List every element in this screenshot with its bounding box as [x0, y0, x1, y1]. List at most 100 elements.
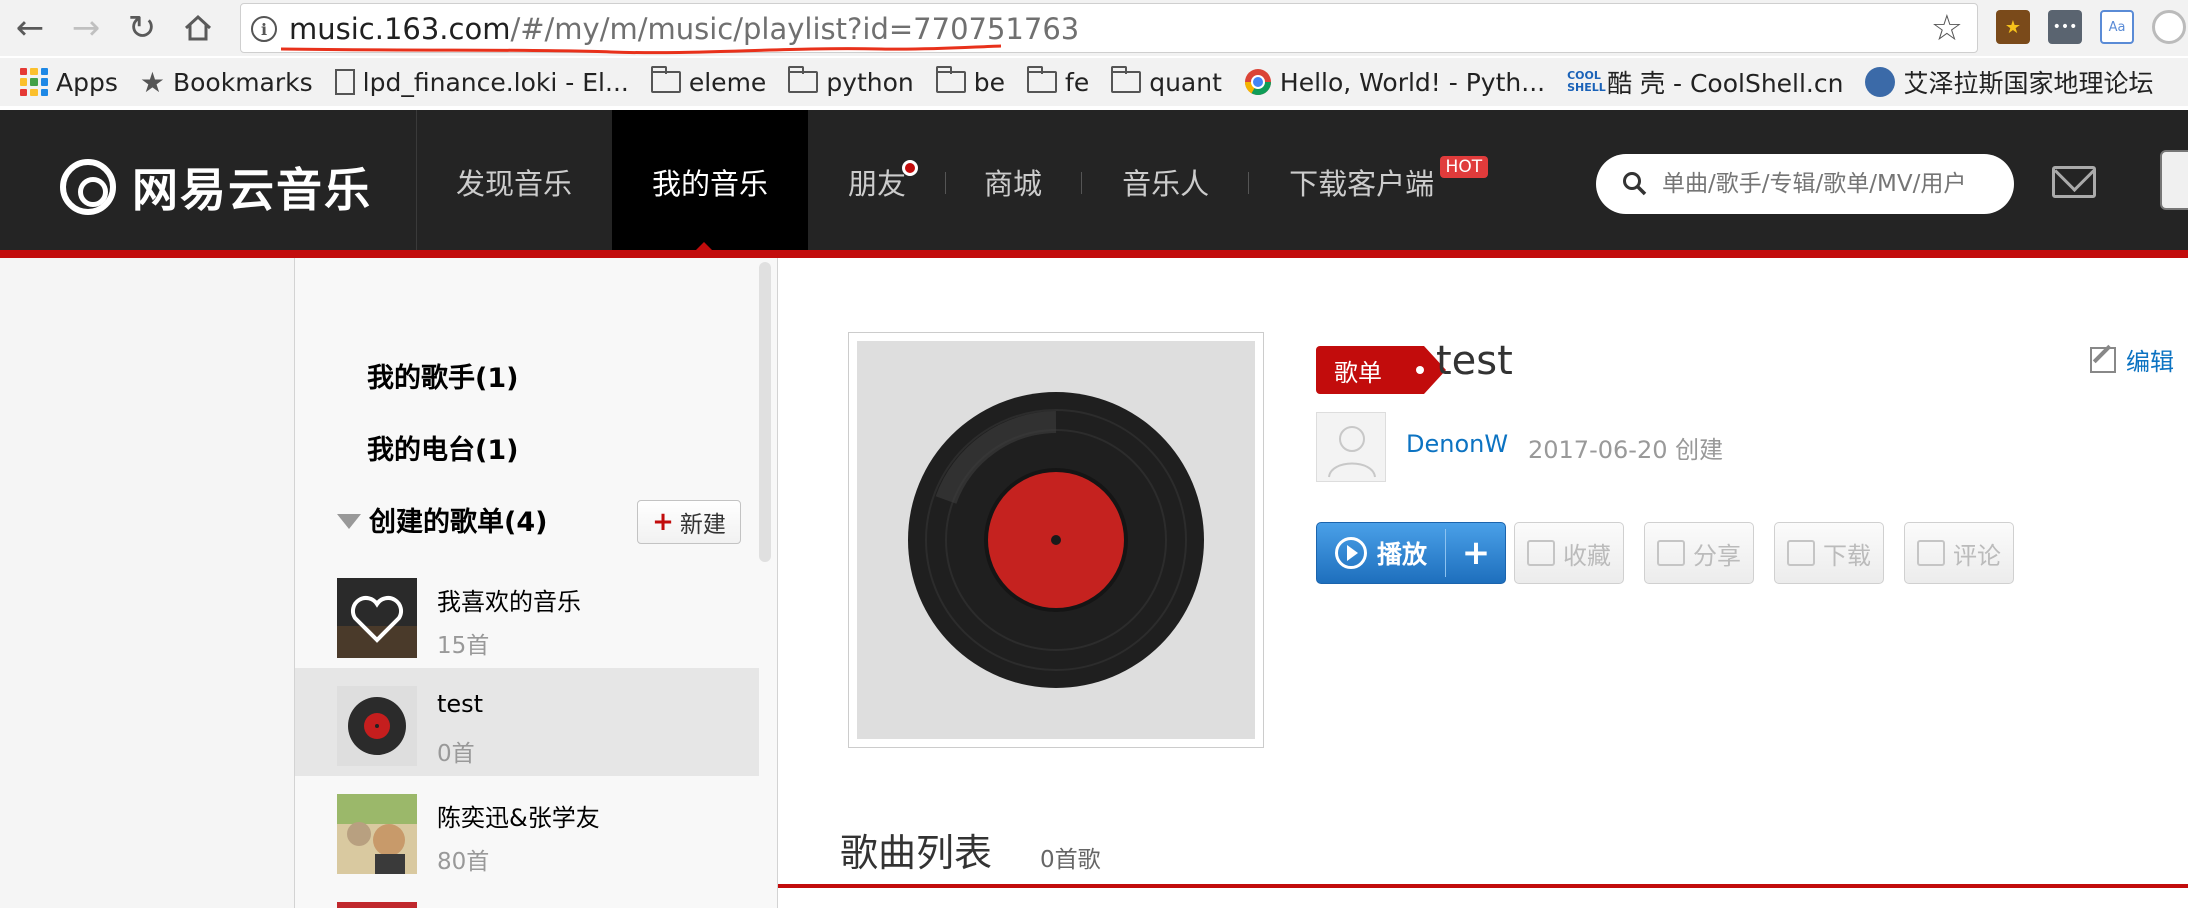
bookmark-folder-quant[interactable]: quant [1111, 66, 1222, 97]
extension-star-icon[interactable]: ★ [1996, 10, 2030, 44]
playlist-count: 80首 [437, 849, 490, 875]
nav-label: 我的音乐 [652, 167, 769, 201]
folder-icon [935, 66, 966, 93]
playlist-item[interactable]: 陈奕迅&张学友 80首 [295, 776, 759, 884]
song-list-red-line [778, 884, 2188, 888]
nav-discover[interactable]: 发现音乐 [416, 110, 612, 254]
sidebar-scrollbar[interactable] [759, 262, 771, 562]
extension-aa-icon[interactable]: Aa [2100, 10, 2134, 44]
nav-friends[interactable]: 朋友 [808, 110, 947, 254]
heart-cover-icon [337, 578, 417, 658]
url-path: /#/my/m/music/playlist?id=770751763 [510, 12, 1080, 46]
bookmark-label: eleme [688, 67, 767, 97]
my-singers[interactable]: 我的歌手(1) [367, 356, 518, 395]
bookmark-label: Hello, World! - Pyth... [1279, 67, 1546, 97]
nav-musician[interactable]: 音乐人 [1082, 110, 1250, 254]
my-music-sidebar: 我的歌手(1) 我的电台(1) 创建的歌单(4) + 新建 我喜欢的音乐 15首 … [294, 258, 778, 908]
edit-icon [2090, 346, 2116, 373]
comment-button[interactable]: 评论 [1904, 522, 2014, 584]
bookmark-apps[interactable]: Apps [20, 68, 118, 97]
page-margin [0, 258, 294, 908]
bookmark-folder-fe[interactable]: fe [1027, 66, 1090, 97]
folder-icon [1111, 66, 1142, 93]
new-button-label: 新建 [679, 512, 726, 538]
reload-icon[interactable]: ↻ [122, 8, 162, 48]
tag-label: 歌单 [1334, 358, 1382, 387]
nav-label: 音乐人 [1122, 167, 1210, 201]
collect-label: 收藏 [1563, 541, 1611, 570]
bookmark-folder-python[interactable]: python [788, 66, 914, 97]
url-domain: music.163.com [289, 12, 511, 46]
logo-text: 网易云音乐 [132, 163, 372, 217]
my-radio[interactable]: 我的电台(1) [367, 428, 518, 467]
bookmark-label: quant [1149, 67, 1222, 97]
playlist-cover [848, 332, 1264, 748]
bookmark-lpd-finance[interactable]: lpd_finance.loki - El... [334, 68, 629, 97]
bookmark-label: Apps [56, 67, 118, 97]
vinyl-cover-icon [337, 686, 417, 766]
bookmark-hello-world[interactable]: Hello, World! - Pyth... [1244, 68, 1545, 97]
search-input[interactable] [1662, 171, 1992, 197]
nav-my-music[interactable]: 我的音乐 [612, 110, 809, 254]
bookmark-coolshell[interactable]: COOL SHELL 酷 壳 - CoolShell.cn [1567, 64, 1843, 100]
created-playlists-heading[interactable]: 创建的歌单(4) [369, 500, 547, 539]
netease-music-logo-icon [60, 159, 116, 215]
extension-dots-icon[interactable]: ••• [2048, 10, 2082, 44]
back-arrow-icon[interactable]: ← [10, 8, 50, 48]
collapse-triangle-icon[interactable] [337, 514, 361, 529]
mail-icon[interactable] [2052, 166, 2096, 198]
main-nav: 发现音乐 我的音乐 朋友 商城 音乐人 下载客户端 HOT [416, 110, 1494, 254]
edit-label: 编辑 [2126, 348, 2174, 376]
url-text[interactable]: music.163.com/#/my/m/music/playlist?id=7… [289, 12, 1079, 46]
search-icon [1623, 172, 1647, 196]
bookmark-bookmarks[interactable]: ★ Bookmarks [140, 66, 313, 99]
site-logo[interactable]: 网易云音乐 [60, 154, 372, 220]
playlist-title: test [1436, 338, 1513, 384]
red-annotation-underline [281, 44, 1001, 55]
site-info-icon[interactable]: i [251, 16, 277, 42]
collect-button[interactable]: 收藏 [1514, 522, 1624, 584]
bookmark-folder-be[interactable]: be [935, 66, 1005, 97]
song-list-heading: 歌曲列表 [840, 831, 993, 875]
add-to-queue-button[interactable]: + [1447, 523, 1505, 583]
playlist-item-selected[interactable]: test 0首 [295, 668, 759, 776]
user-avatar[interactable] [2160, 150, 2188, 210]
folder-icon [788, 66, 819, 93]
share-button[interactable]: 分享 [1644, 522, 1754, 584]
photo-cover-icon [337, 794, 417, 874]
edit-link[interactable]: 编辑 [2090, 342, 2174, 377]
creator-name-link[interactable]: DenonW [1406, 430, 1508, 458]
bookmark-folder-eleme[interactable]: eleme [650, 66, 767, 97]
play-button[interactable]: 播放 [1317, 523, 1445, 583]
new-playlist-button[interactable]: + 新建 [637, 500, 741, 544]
collect-icon [1527, 540, 1555, 566]
play-label: 播放 [1377, 540, 1428, 569]
search-box[interactable] [1596, 154, 2014, 214]
bookmark-nga[interactable]: 艾泽拉斯国家地理论坛 [1865, 64, 2154, 100]
bookmark-label: python [826, 67, 914, 97]
nav-store[interactable]: 商城 [946, 110, 1083, 254]
comment-icon [1917, 540, 1945, 566]
apps-grid-icon [20, 68, 48, 96]
creator-avatar[interactable] [1316, 412, 1386, 482]
bookmark-label: 酷 壳 - CoolShell.cn [1607, 69, 1844, 98]
nav-download-client[interactable]: 下载客户端 HOT [1249, 110, 1494, 254]
download-button[interactable]: 下载 [1774, 522, 1884, 584]
vinyl-record-icon [908, 392, 1204, 688]
playlist-count: 0首 [437, 741, 475, 767]
nav-label: 下载客户端 [1289, 167, 1435, 201]
address-bar[interactable]: i music.163.com/#/my/m/music/playlist?id… [240, 3, 1978, 55]
forward-arrow-icon[interactable]: → [66, 8, 106, 48]
comment-label: 评论 [1953, 541, 2001, 570]
bookmark-star-icon[interactable]: ☆ [1931, 8, 1963, 49]
playlist-item[interactable]: 我喜欢的音乐 15首 [295, 560, 759, 668]
browser-toolbar: ← → ↻ i music.163.com/#/my/m/music/playl… [0, 0, 2188, 56]
bookmark-label: 艾泽拉斯国家地理论坛 [1903, 69, 2154, 98]
playlist-name: 陈奕迅&张学友 [437, 804, 600, 832]
page-icon [334, 69, 355, 95]
home-icon[interactable] [178, 8, 218, 48]
nav-label: 朋友 [848, 167, 907, 201]
extension-round-icon[interactable] [2152, 10, 2186, 44]
bookmarks-bar: Apps ★ Bookmarks lpd_finance.loki - El..… [0, 58, 2188, 106]
bookmark-label: fe [1065, 67, 1090, 97]
